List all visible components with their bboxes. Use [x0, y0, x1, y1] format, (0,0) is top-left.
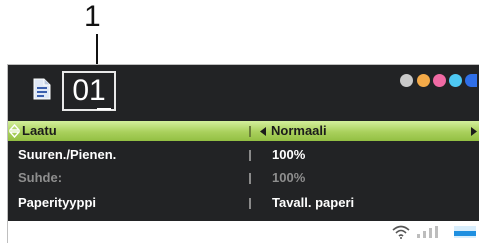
signal-strength-icon [417, 226, 438, 238]
document-icon [33, 78, 51, 100]
status-bar [8, 221, 479, 243]
separator [249, 126, 251, 137]
ink-level-icon [417, 74, 430, 87]
menu-row-label: Suhde: [18, 170, 63, 185]
menu-row-value: Normaali [271, 123, 327, 138]
input-cursor [97, 108, 111, 110]
menu-row-value: Tavall. paperi [272, 195, 355, 210]
menu-row-value: 100% [272, 147, 306, 162]
ink-level-icon [449, 74, 462, 87]
separator [249, 198, 251, 209]
menu-row-label: Laatu [22, 123, 57, 138]
separator [249, 150, 251, 161]
ink-level-icon [465, 74, 477, 87]
menu-row-value: 100% [272, 170, 306, 185]
menu-row-enlarge-reduce[interactable]: Suuren./Pienen. 100% [8, 145, 479, 165]
arrow-right-icon[interactable] [471, 127, 478, 136]
menu-row-quality[interactable]: Laatu Normaali [8, 121, 479, 141]
wifi-icon [392, 225, 410, 239]
up-down-arrows-icon [9, 124, 20, 138]
lcd-screen: 01 Laatu Normaali Suuren./Pienen. 100% S… [7, 64, 479, 243]
copy-count-field[interactable]: 01 [62, 71, 116, 111]
callout-line [96, 34, 98, 68]
arrow-left-icon[interactable] [260, 127, 267, 136]
menu-row-ratio: Suhde: 100% [8, 168, 479, 188]
menu-row-paper-type[interactable]: Paperityyppi Tavall. paperi [8, 193, 479, 213]
ink-level-icon [400, 74, 413, 87]
separator [249, 173, 251, 184]
memory-status-icon [454, 226, 476, 238]
copy-count-value: 01 [72, 74, 106, 107]
ink-level-icon [433, 74, 446, 87]
callout-number: 1 [84, 0, 101, 33]
menu-row-label: Paperityyppi [18, 195, 97, 210]
menu-row-label: Suuren./Pienen. [18, 147, 117, 162]
